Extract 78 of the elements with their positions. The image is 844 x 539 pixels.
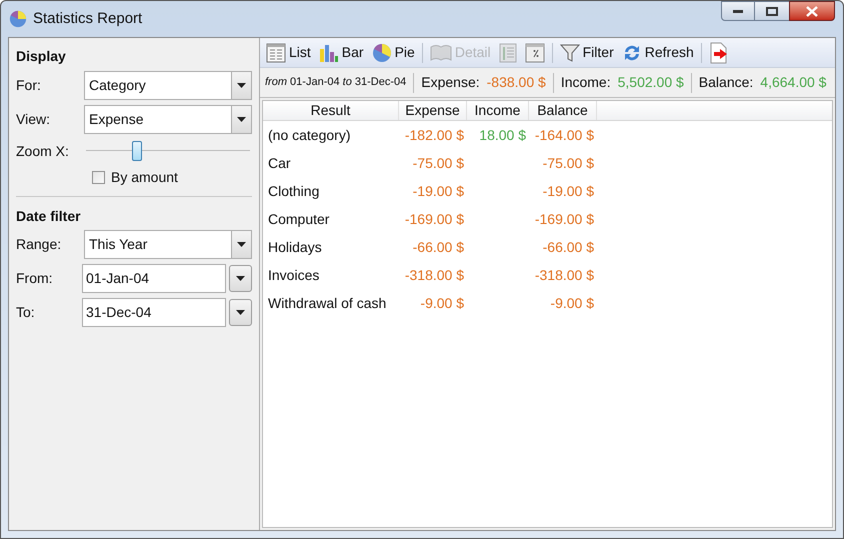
- summary-label: Income:: [560, 73, 611, 92]
- field-label: Zoom X:: [16, 142, 70, 160]
- close-button[interactable]: [789, 1, 835, 21]
- amount-cell: -75.00 $: [542, 154, 594, 170]
- zoom-slider[interactable]: [86, 140, 250, 162]
- column-header[interactable]: Balance: [529, 101, 597, 120]
- dropdown-caret-icon: [236, 276, 245, 280]
- filter-icon: [560, 42, 580, 62]
- amount-cell: -19.00 $: [542, 182, 594, 198]
- slider-thumb[interactable]: [132, 141, 142, 161]
- table-cell-text: Computer: [267, 210, 330, 229]
- maximize-icon: [766, 6, 778, 16]
- amount-cell: -169.00 $: [534, 210, 594, 226]
- summary-label: Expense:: [421, 73, 480, 92]
- amount-cell: -19.00 $: [412, 182, 464, 198]
- summary-value: 5,502.00 $: [618, 73, 684, 92]
- list-icon: [266, 42, 286, 62]
- field-label: For:: [16, 76, 42, 94]
- amount-cell: -66.00 $: [412, 238, 464, 254]
- dropdown-caret-icon: [237, 116, 246, 122]
- amount-cell: -75.00 $: [412, 154, 464, 170]
- date-field[interactable]: 31-Dec-04: [82, 298, 226, 326]
- table-cell-text: Holidays: [267, 238, 323, 257]
- column-header[interactable]: Income: [467, 101, 529, 120]
- pie-chart-icon: [372, 42, 392, 62]
- summary-value: 4,664.00 $: [760, 73, 826, 92]
- by-amount-checkbox[interactable]: By amount: [92, 166, 252, 188]
- field-label: View:: [16, 110, 51, 128]
- amount-cell: -318.00 $: [534, 266, 594, 282]
- percent-button[interactable]: [524, 42, 546, 62]
- field-label: To:: [16, 302, 36, 322]
- field-label: Range:: [16, 234, 62, 254]
- columns-icon: [498, 42, 517, 62]
- table-cell-text: (no category): [267, 126, 352, 145]
- maximize-button[interactable]: [755, 1, 789, 21]
- minimize-icon: [733, 10, 743, 12]
- dropdown-caret-icon: [236, 310, 245, 314]
- combo-box[interactable]: Expense: [84, 104, 252, 134]
- percent-window-icon: [524, 42, 545, 62]
- dropdown-caret-icon: [237, 82, 246, 88]
- refresh-button[interactable]: Refresh: [620, 42, 695, 63]
- date-dropdown-button[interactable]: [229, 264, 252, 292]
- bar-button[interactable]: Bar: [318, 42, 365, 63]
- amount-cell: -169.00 $: [404, 210, 464, 226]
- dropdown-caret-icon: [237, 242, 246, 246]
- table-cell-text: Clothing: [267, 182, 320, 201]
- table-cell-text: Car: [267, 154, 292, 172]
- amount-cell: -9.00 $: [550, 294, 594, 310]
- amount-cell: -182.00 $: [404, 126, 464, 142]
- minimize-button[interactable]: [721, 1, 755, 21]
- close-icon: [806, 6, 818, 16]
- filter-button[interactable]: Filter: [558, 42, 615, 63]
- summary-label: Balance:: [698, 73, 754, 92]
- field-label: From:: [16, 268, 54, 288]
- list-button[interactable]: List: [265, 42, 312, 63]
- section-heading: Date filter: [16, 206, 82, 226]
- exit-icon: [708, 42, 729, 64]
- section-heading: Display: [16, 46, 67, 66]
- pie-button[interactable]: Pie: [370, 42, 416, 63]
- table-cell-text: Withdrawal of cash: [267, 294, 388, 312]
- amount-cell: 18.00 $: [479, 126, 526, 142]
- window-title: Statistics Report: [33, 8, 142, 29]
- book-icon: [430, 44, 452, 62]
- summary-value: -838.00 $: [486, 73, 546, 92]
- amount-cell: -66.00 $: [542, 238, 594, 254]
- amount-cell: -9.00 $: [420, 294, 464, 310]
- amount-cell: -164.00 $: [534, 126, 594, 142]
- date-field[interactable]: 01-Jan-04: [82, 264, 226, 292]
- column-header[interactable]: Result: [263, 101, 399, 120]
- combo-box[interactable]: Category: [84, 70, 252, 100]
- bar-chart-icon: [318, 42, 339, 62]
- date-dropdown-button[interactable]: [229, 298, 252, 326]
- amount-cell: -318.00 $: [404, 266, 464, 282]
- period-text: from 01-Jan-04 to 31-Dec-04: [265, 75, 406, 90]
- pie-chart-icon: [9, 10, 27, 28]
- column-header[interactable]: Expense: [399, 101, 467, 120]
- table-cell-text: Invoices: [267, 266, 320, 284]
- combo-box[interactable]: This Year: [84, 230, 252, 258]
